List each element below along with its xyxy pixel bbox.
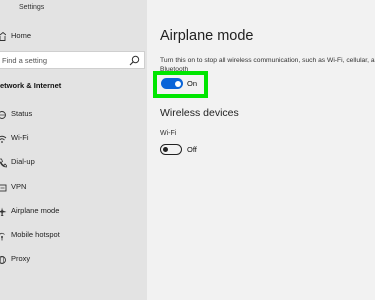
search-input[interactable]: Find a setting	[0, 51, 145, 69]
wifi-device-label: Wi-Fi	[160, 130, 177, 137]
wireless-devices-heading: Wireless devices	[160, 107, 239, 119]
search-placeholder: Find a setting	[2, 56, 48, 65]
vpn-icon	[0, 184, 7, 192]
sidebar-item-mobile-hotspot[interactable]: Mobile hotspot	[0, 225, 147, 249]
toggle-knob	[163, 147, 168, 152]
sidebar-item-status[interactable]: Status	[0, 104, 147, 128]
sidebar-item-label: Airplane mode	[11, 205, 60, 215]
sidebar-item-dialup[interactable]: Dial-up	[0, 152, 147, 176]
sidebar-item-vpn[interactable]: VPN	[0, 177, 147, 201]
wifi-toggle[interactable]	[160, 144, 182, 155]
sidebar-item-label: Dial-up	[11, 157, 35, 167]
globe-icon	[0, 256, 6, 265]
toggle-knob	[174, 80, 181, 87]
sidebar-nav: Status Wi-Fi Dial-up VPN Airplane mode M…	[0, 104, 147, 273]
sidebar-item-home[interactable]: Home	[0, 29, 147, 45]
sidebar-item-label: Wi-Fi	[11, 133, 29, 143]
sidebar-item-proxy[interactable]: Proxy	[0, 249, 147, 273]
phone-icon	[0, 158, 7, 168]
wifi-icon	[0, 135, 7, 144]
hotspot-icon	[0, 232, 5, 241]
wifi-state: Off	[187, 145, 197, 154]
sidebar-item-wifi[interactable]: Wi-Fi	[0, 128, 147, 152]
airplane-mode-state: On	[187, 79, 198, 88]
sidebar-item-label: VPN	[11, 181, 27, 191]
home-icon	[0, 32, 6, 41]
sidebar-item-airplane-mode[interactable]: Airplane mode	[0, 201, 147, 225]
section-title: etwork & Internet	[0, 81, 62, 90]
airplane-icon	[0, 207, 7, 216]
sidebar-item-label: Proxy	[11, 254, 31, 264]
search-icon	[129, 55, 140, 66]
content-pane: Airplane mode Turn this on to stop all w…	[147, 0, 375, 300]
sidebar: Settings Home Find a setting etwork & In…	[0, 0, 147, 300]
globe-icon	[0, 111, 6, 119]
page-title: Airplane mode	[160, 28, 254, 44]
window-title: Settings	[19, 4, 45, 11]
airplane-mode-toggle[interactable]	[161, 78, 183, 89]
sidebar-item-label: Mobile hotspot	[11, 229, 60, 239]
sidebar-item-label: Status	[11, 109, 33, 118]
sidebar-item-label: Home	[11, 31, 32, 40]
